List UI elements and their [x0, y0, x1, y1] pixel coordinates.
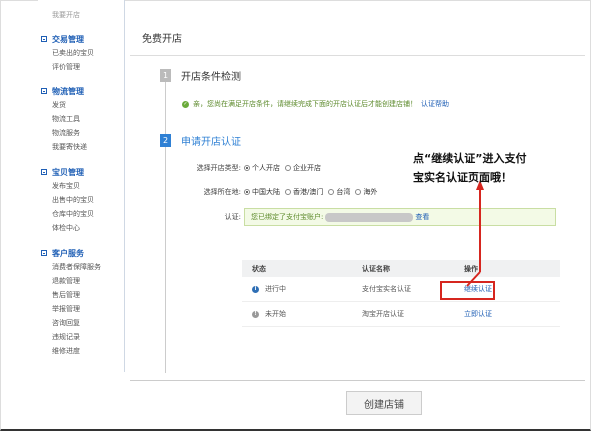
arrow-line: [466, 271, 481, 287]
annotation-arrow: [466, 180, 484, 287]
annotation-text: 点“继续认证”进入支付 宝实名认证页面哦！: [413, 152, 527, 184]
